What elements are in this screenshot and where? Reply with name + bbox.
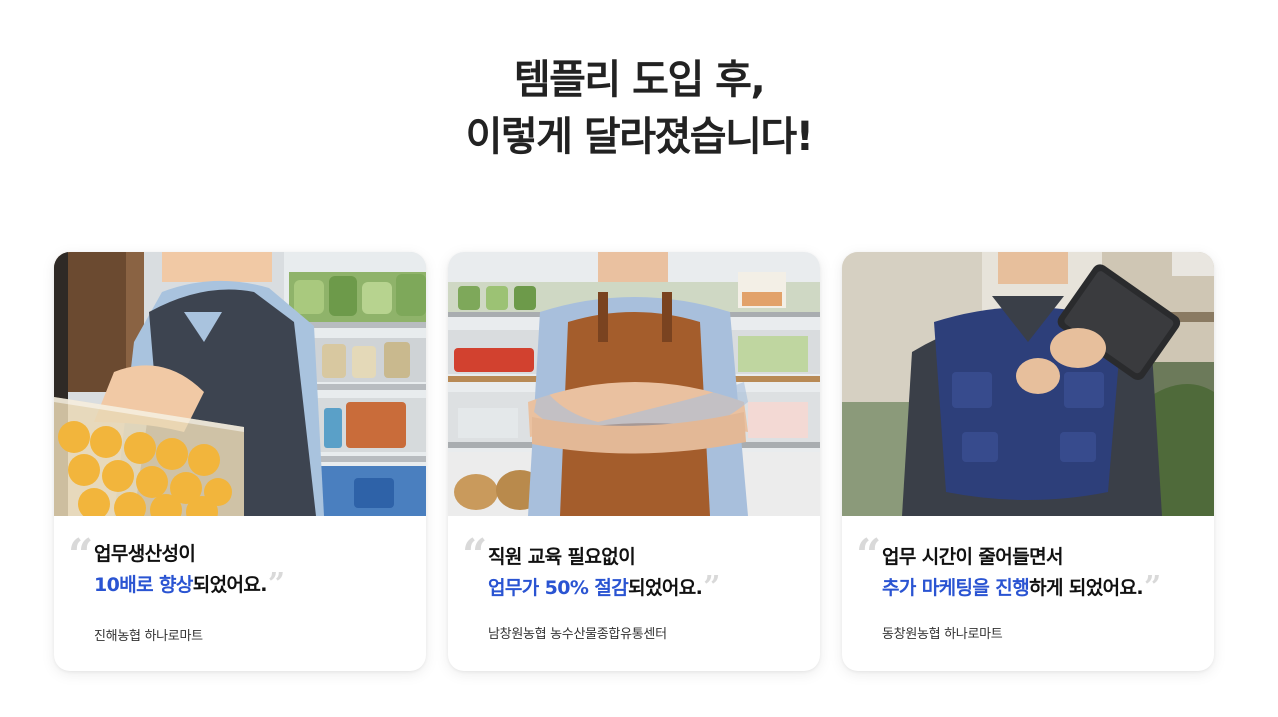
quote-highlight: 업무가 50% 절감 bbox=[488, 577, 629, 599]
testimonial-source: 동창원농협 하나로마트 bbox=[882, 627, 1003, 642]
worker-in-apron-photo bbox=[448, 252, 820, 516]
quote-line-1: 업무 시간이 줄어들면서 bbox=[882, 546, 1063, 568]
quote-line-1: 직원 교육 필요없이 bbox=[488, 546, 636, 568]
testimonial-photo bbox=[842, 252, 1214, 516]
testimonial-photo bbox=[448, 252, 820, 516]
headline-line-1: 템플리 도입 후, bbox=[513, 57, 766, 103]
quote-line-2-rest: 되었어요. bbox=[628, 577, 703, 599]
testimonial-photo bbox=[54, 252, 426, 516]
testimonial-quote: 직원 교육 필요없이 업무가 50% 절감되었어요.” bbox=[488, 542, 720, 604]
quote-highlight: 10배로 향상 bbox=[94, 574, 193, 596]
testimonial-card: “ 직원 교육 필요없이 업무가 50% 절감되었어요.” 남창원농협 농수산물… bbox=[448, 252, 820, 671]
testimonial-card: “ 업무생산성이 10배로 향상되었어요.” 진해농협 하나로마트 bbox=[54, 252, 426, 671]
quote-line-2: 추가 마케팅을 진행하게 되었어요.” bbox=[882, 573, 1161, 604]
open-quote-icon: “ bbox=[68, 530, 94, 581]
worker-with-fruit-photo bbox=[54, 252, 426, 516]
worker-with-tablet-photo bbox=[842, 252, 1214, 516]
testimonial-source: 남창원농협 농수산물종합유통센터 bbox=[488, 627, 667, 642]
section-headline: 템플리 도입 후, 이렇게 달라졌습니다! bbox=[0, 52, 1278, 166]
testimonial-quote: 업무생산성이 10배로 향상되었어요.” bbox=[94, 539, 285, 601]
testimonial-source: 진해농협 하나로마트 bbox=[94, 629, 203, 644]
close-quote-icon: ” bbox=[703, 570, 720, 605]
testimonial-quote: 업무 시간이 줄어들면서 추가 마케팅을 진행하게 되었어요.” bbox=[882, 542, 1161, 604]
testimonial-section: 템플리 도입 후, 이렇게 달라졌습니다! “ 업무생산성이 10배로 향상되었… bbox=[0, 0, 1278, 717]
quote-line-1: 업무생산성이 bbox=[94, 543, 196, 565]
quote-highlight: 추가 마케팅을 진행 bbox=[882, 577, 1030, 599]
headline-line-2: 이렇게 달라졌습니다! bbox=[465, 114, 814, 160]
quote-line-2-rest: 되었어요. bbox=[192, 574, 268, 596]
quote-line-2: 업무가 50% 절감되었어요.” bbox=[488, 573, 720, 604]
quote-line-2-rest: 하게 되었어요. bbox=[1029, 577, 1144, 599]
open-quote-icon: “ bbox=[462, 530, 488, 581]
quote-line-2: 10배로 향상되었어요.” bbox=[94, 570, 285, 601]
testimonial-card: “ 업무 시간이 줄어들면서 추가 마케팅을 진행하게 되었어요.” 동창원농협… bbox=[842, 252, 1214, 671]
open-quote-icon: “ bbox=[856, 530, 882, 581]
close-quote-icon: ” bbox=[1144, 570, 1161, 605]
close-quote-icon: ” bbox=[267, 567, 285, 602]
